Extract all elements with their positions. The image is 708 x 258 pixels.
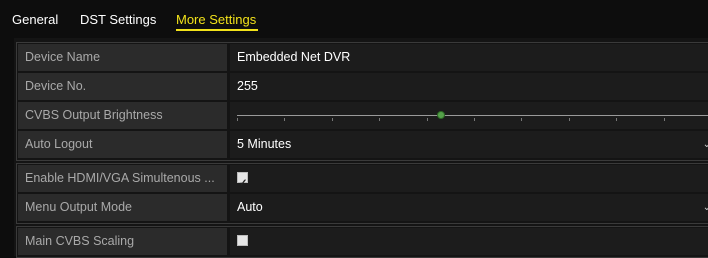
menu-output-mode-row: Menu Output Mode Auto ⌄ bbox=[17, 193, 708, 222]
settings-group-scaling: Main CVBS Scaling bbox=[16, 226, 708, 258]
settings-group-basic: Device Name Embedded Net DVR Device No. … bbox=[16, 42, 708, 161]
menu-output-mode-value: Auto bbox=[237, 200, 263, 214]
active-tab-underline bbox=[176, 29, 258, 31]
tab-dst-settings[interactable]: DST Settings bbox=[80, 12, 156, 27]
hdmi-vga-row: Enable HDMI/VGA Simultenous ... ✓ bbox=[17, 164, 708, 193]
device-no-label: Device No. bbox=[18, 73, 227, 100]
auto-logout-label: Auto Logout bbox=[18, 131, 227, 158]
hdmi-vga-label: Enable HDMI/VGA Simultenous ... bbox=[18, 165, 227, 192]
main-cvbs-scaling-cell bbox=[230, 228, 708, 255]
menu-output-mode-dropdown[interactable]: Auto ⌄ bbox=[230, 194, 708, 221]
tab-more-settings[interactable]: More Settings bbox=[176, 12, 256, 27]
slider-tick bbox=[284, 118, 286, 121]
slider-tick bbox=[237, 118, 238, 121]
cvbs-brightness-row: CVBS Output Brightness bbox=[17, 101, 708, 130]
slider-tick bbox=[426, 118, 428, 121]
checkmark-icon: ✓ bbox=[239, 178, 248, 189]
auto-logout-row: Auto Logout 5 Minutes ⌄ bbox=[17, 130, 708, 159]
slider-tick bbox=[616, 118, 618, 121]
device-name-row: Device Name Embedded Net DVR bbox=[17, 43, 708, 72]
slider-track[interactable] bbox=[237, 115, 708, 116]
slider-tick bbox=[663, 118, 665, 121]
cvbs-brightness-slider[interactable] bbox=[230, 102, 708, 129]
tab-general[interactable]: General bbox=[12, 12, 58, 27]
device-name-field[interactable]: Embedded Net DVR bbox=[230, 44, 708, 71]
chevron-down-icon[interactable]: ⌄ bbox=[703, 131, 708, 158]
device-no-row: Device No. 255 bbox=[17, 72, 708, 101]
cvbs-brightness-label: CVBS Output Brightness bbox=[18, 102, 227, 129]
menu-output-mode-label: Menu Output Mode bbox=[18, 194, 227, 221]
slider-tick bbox=[331, 118, 333, 121]
chevron-down-icon[interactable]: ⌄ bbox=[703, 194, 708, 221]
slider-tick bbox=[568, 118, 570, 121]
auto-logout-value: 5 Minutes bbox=[237, 137, 292, 151]
slider-thumb[interactable] bbox=[436, 111, 445, 119]
settings-tabs: General DST Settings More Settings bbox=[0, 0, 708, 34]
device-name-label: Device Name bbox=[18, 44, 227, 71]
auto-logout-dropdown[interactable]: 5 Minutes ⌄ bbox=[230, 131, 708, 158]
slider-tick bbox=[474, 118, 475, 121]
main-cvbs-scaling-checkbox[interactable] bbox=[237, 235, 248, 246]
main-cvbs-scaling-row: Main CVBS Scaling bbox=[17, 227, 708, 256]
main-cvbs-scaling-label: Main CVBS Scaling bbox=[18, 228, 227, 255]
settings-group-output: Enable HDMI/VGA Simultenous ... ✓ Menu O… bbox=[16, 163, 708, 224]
hdmi-vga-cell: ✓ bbox=[230, 165, 708, 192]
slider-tick bbox=[379, 118, 381, 121]
device-no-field[interactable]: 255 bbox=[230, 73, 708, 100]
hdmi-vga-checkbox[interactable]: ✓ bbox=[237, 172, 248, 189]
slider-tick bbox=[521, 118, 523, 121]
